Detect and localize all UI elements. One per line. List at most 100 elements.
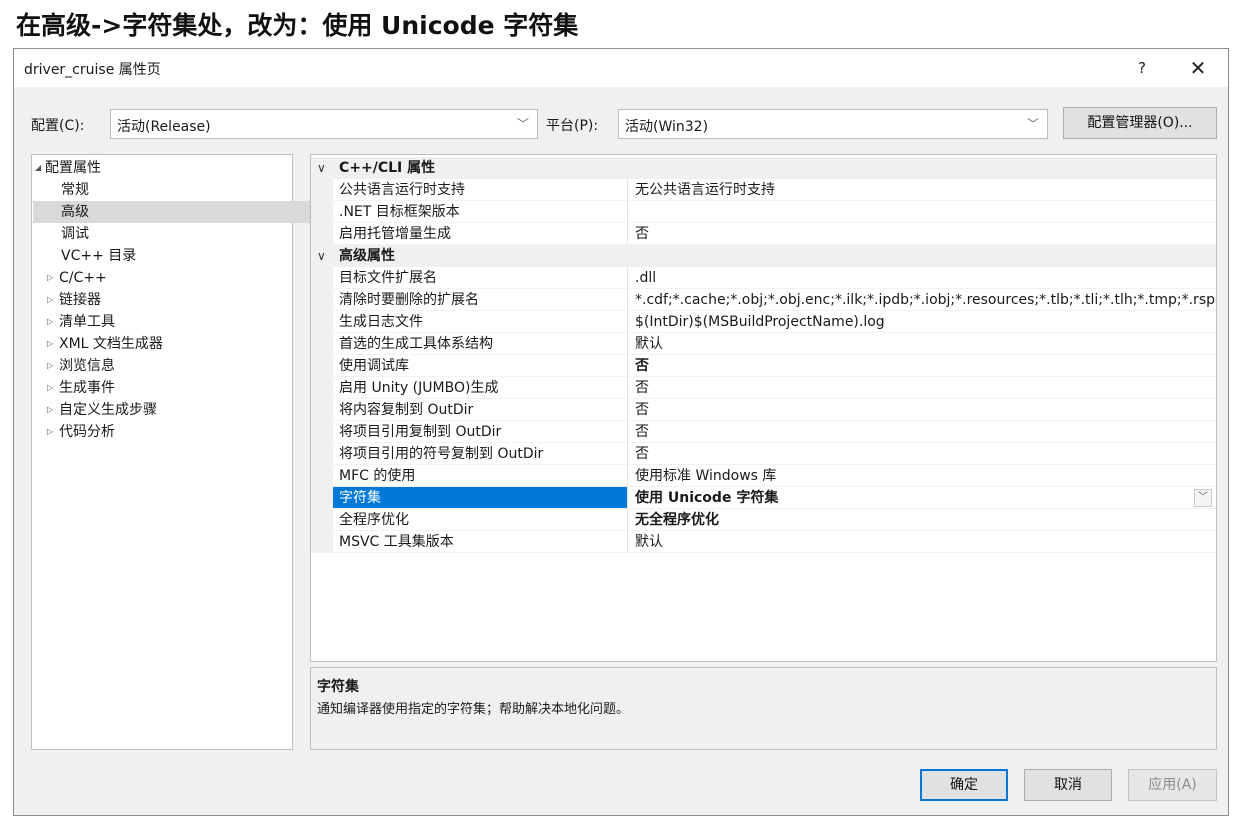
property-row[interactable]: 生成日志文件 $(IntDir)$(MSBuildProjectName).lo…: [311, 311, 1216, 333]
tree-item-linker[interactable]: ▷ 链接器: [33, 289, 305, 311]
property-name: 将项目引用的符号复制到 OutDir: [333, 443, 628, 465]
property-value[interactable]: 使用 Unicode 字符集: [629, 487, 1216, 509]
property-value: 否: [629, 443, 1216, 465]
property-name: .NET 目标框架版本: [333, 201, 628, 223]
property-row[interactable]: 使用调试库 否: [311, 355, 1216, 377]
property-value: 否: [629, 421, 1216, 443]
property-name: 字符集: [333, 487, 628, 509]
property-name: MSVC 工具集版本: [333, 531, 628, 553]
tree-item-label: XML 文档生成器: [59, 336, 163, 352]
property-description-panel: 字符集 通知编译器使用指定的字符集；帮助解决本地化问题。: [310, 667, 1217, 750]
property-name: 目标文件扩展名: [333, 267, 628, 289]
property-name: MFC 的使用: [333, 465, 628, 487]
property-value: 使用标准 Windows 库: [629, 465, 1216, 487]
property-value: 无全程序优化: [629, 509, 1216, 531]
property-row[interactable]: MSVC 工具集版本 默认: [311, 531, 1216, 553]
chevron-down-icon: ∨: [317, 249, 326, 263]
property-name: 首选的生成工具体系结构: [333, 333, 628, 355]
collapsed-triangle-icon: ▷: [47, 383, 54, 392]
configuration-manager-button[interactable]: 配置管理器(O)...: [1063, 107, 1217, 139]
collapsed-triangle-icon: ▷: [47, 361, 54, 370]
row-gutter: [311, 311, 333, 333]
tree-item-label: VC++ 目录: [61, 248, 137, 264]
collapsed-triangle-icon: ▷: [47, 295, 54, 304]
property-row[interactable]: 首选的生成工具体系结构 默认: [311, 333, 1216, 355]
category-name: C++/CLI 属性: [339, 160, 436, 176]
property-row[interactable]: 启用托管增量生成 否: [311, 223, 1216, 245]
platform-select[interactable]: 活动(Win32) ﹀: [618, 109, 1048, 139]
property-row[interactable]: 目标文件扩展名 .dll: [311, 267, 1216, 289]
property-row[interactable]: .NET 目标框架版本: [311, 201, 1216, 223]
description-title: 字符集: [317, 679, 359, 695]
property-grid: ∨ C++/CLI 属性 公共语言运行时支持 无公共语言运行时支持 .NET 目…: [310, 154, 1217, 662]
property-row[interactable]: 全程序优化 无全程序优化: [311, 509, 1216, 531]
configuration-label: 配置(C):: [31, 118, 85, 134]
property-value: 默认: [629, 333, 1216, 355]
property-value: *.cdf;*.cache;*.obj;*.obj.enc;*.ilk;*.ip…: [629, 289, 1216, 311]
close-icon[interactable]: ✕: [1176, 53, 1220, 83]
tree-item-label: 自定义生成步骤: [59, 402, 157, 418]
property-row[interactable]: 将项目引用复制到 OutDir 否: [311, 421, 1216, 443]
tree-item-general[interactable]: 常规: [33, 179, 319, 201]
property-name: 使用调试库: [333, 355, 628, 377]
row-gutter: [311, 179, 333, 201]
title-bar: driver_cruise 属性页 ? ✕: [14, 49, 1228, 87]
tree-item-manifest-tool[interactable]: ▷ 清单工具: [33, 311, 305, 333]
collapsed-triangle-icon: ▷: [47, 427, 54, 436]
configuration-value: 活动(Release): [117, 119, 211, 135]
property-row-character-set[interactable]: 字符集 使用 Unicode 字符集 ﹀: [311, 487, 1216, 509]
chevron-down-icon[interactable]: ﹀: [1194, 489, 1212, 507]
platform-label: 平台(P):: [546, 118, 599, 134]
configuration-select[interactable]: 活动(Release) ﹀: [110, 109, 538, 139]
property-row[interactable]: 将内容复制到 OutDir 否: [311, 399, 1216, 421]
chevron-down-icon: ∨: [317, 161, 326, 175]
ok-button[interactable]: 确定: [920, 769, 1008, 801]
category-cpp-cli[interactable]: ∨ C++/CLI 属性: [311, 157, 1216, 179]
tree-item-c-cpp[interactable]: ▷ C/C++: [33, 267, 305, 289]
property-name: 将项目引用复制到 OutDir: [333, 421, 628, 443]
description-text: 通知编译器使用指定的字符集；帮助解决本地化问题。: [317, 702, 630, 717]
tree-item-advanced[interactable]: 高级: [33, 201, 319, 223]
row-gutter: [311, 443, 333, 465]
tree-item-label: 调试: [61, 226, 89, 242]
tree-root-label: 配置属性: [45, 160, 101, 176]
property-name: 将内容复制到 OutDir: [333, 399, 628, 421]
collapsed-triangle-icon: ▷: [47, 317, 54, 326]
chevron-down-icon: ﹀: [516, 117, 529, 131]
tree-root-configuration-properties[interactable]: ◢ 配置属性: [33, 157, 291, 179]
category-name: 高级属性: [339, 248, 395, 264]
tree-item-xml-doc-generator[interactable]: ▷ XML 文档生成器: [33, 333, 305, 355]
tree-item-vc-directories[interactable]: VC++ 目录: [33, 245, 319, 267]
tree-item-build-events[interactable]: ▷ 生成事件: [33, 377, 305, 399]
help-button[interactable]: ?: [1120, 53, 1164, 83]
row-gutter: [311, 531, 333, 553]
row-gutter: [311, 333, 333, 355]
cancel-button[interactable]: 取消: [1024, 769, 1112, 801]
tree-item-label: 代码分析: [59, 424, 115, 440]
row-gutter: [311, 355, 333, 377]
property-value: [629, 201, 1216, 223]
property-row[interactable]: 清除时要删除的扩展名 *.cdf;*.cache;*.obj;*.obj.enc…: [311, 289, 1216, 311]
row-gutter: [311, 201, 333, 223]
row-gutter: [311, 289, 333, 311]
collapsed-triangle-icon: ▷: [47, 273, 54, 282]
tree-item-label: 浏览信息: [59, 358, 115, 374]
property-value: 否: [629, 223, 1216, 245]
property-name: 启用托管增量生成: [333, 223, 628, 245]
tree-item-label: C/C++: [59, 270, 107, 286]
property-tree[interactable]: ◢ 配置属性 常规 高级 调试 VC++ 目录 ▷ C/C++ ▷ 链接器 ▷ 清单工具…: [31, 154, 319, 750]
tree-item-debugging[interactable]: 调试: [33, 223, 319, 245]
apply-button[interactable]: 应用(A): [1128, 769, 1217, 801]
tree-item-code-analysis[interactable]: ▷ 代码分析: [33, 421, 305, 443]
property-row[interactable]: 公共语言运行时支持 无公共语言运行时支持: [311, 179, 1216, 201]
property-name: 生成日志文件: [333, 311, 628, 333]
tree-item-custom-build-step[interactable]: ▷ 自定义生成步骤: [33, 399, 305, 421]
property-name: 清除时要删除的扩展名: [333, 289, 628, 311]
chevron-down-icon: ﹀: [1026, 117, 1039, 131]
tree-item-browse-info[interactable]: ▷ 浏览信息: [33, 355, 305, 377]
category-advanced-properties[interactable]: ∨ 高级属性: [311, 245, 1216, 267]
property-row[interactable]: MFC 的使用 使用标准 Windows 库: [311, 465, 1216, 487]
property-row[interactable]: 启用 Unity (JUMBO)生成 否: [311, 377, 1216, 399]
row-gutter: [311, 267, 333, 289]
property-row[interactable]: 将项目引用的符号复制到 OutDir 否: [311, 443, 1216, 465]
